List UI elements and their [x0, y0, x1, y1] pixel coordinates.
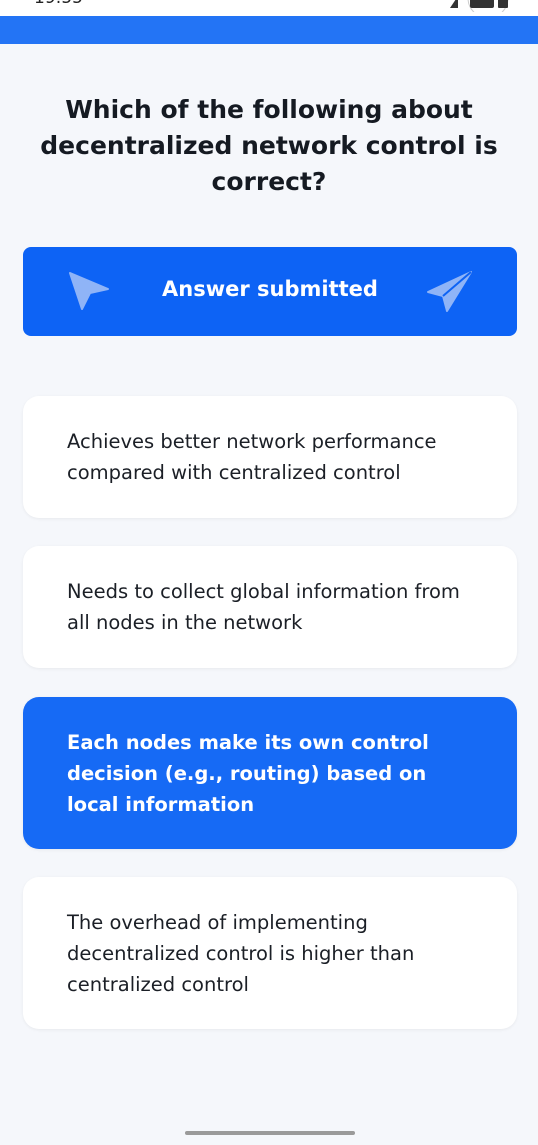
status-time: 19:55 [34, 0, 83, 8]
status-icons [450, 0, 509, 12]
header-band [0, 16, 538, 44]
signal-icon [450, 0, 458, 8]
battery-icon [467, 0, 509, 12]
answer-option-3-text: Each nodes make its own control decision… [67, 731, 429, 816]
answer-submitted-banner: Answer submitted [23, 247, 517, 336]
answer-option-4[interactable]: The overhead of implementing decentraliz… [23, 877, 517, 1029]
answer-option-4-text: The overhead of implementing decentraliz… [67, 911, 415, 996]
answer-option-1-text: Achieves better network performance comp… [67, 430, 437, 484]
answer-option-3-selected[interactable]: Each nodes make its own control decision… [23, 697, 517, 849]
answer-option-1[interactable]: Achieves better network performance comp… [23, 396, 517, 518]
answer-option-2-text: Needs to collect global information from… [67, 580, 460, 634]
answer-option-2[interactable]: Needs to collect global information from… [23, 546, 517, 668]
home-indicator[interactable] [185, 1131, 355, 1135]
paper-plane-icon [427, 271, 472, 312]
status-bar: 19:55 [0, 0, 538, 16]
question-text: Which of the following about decentraliz… [40, 95, 498, 196]
